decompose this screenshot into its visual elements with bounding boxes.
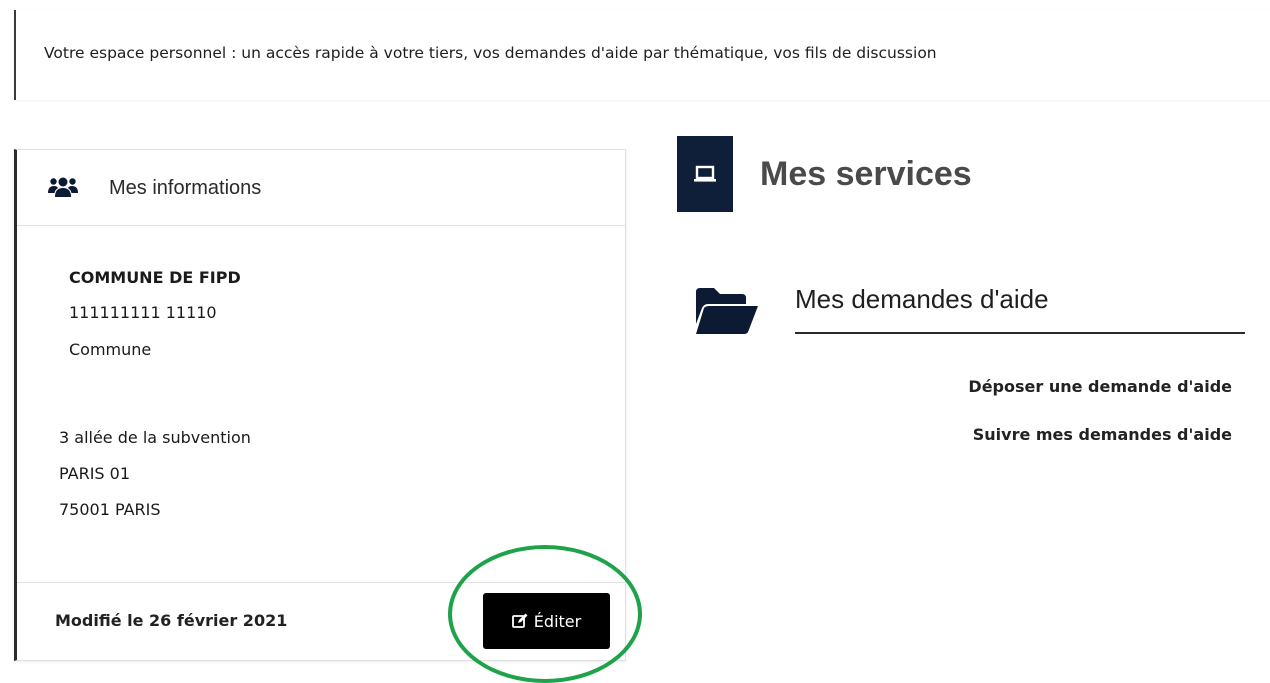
services-badge (677, 136, 733, 212)
address-line-2: PARIS 01 (59, 464, 131, 483)
submit-aid-request-link[interactable]: Déposer une demande d'aide (968, 377, 1232, 396)
track-aid-requests-link[interactable]: Suivre mes demandes d'aide (973, 425, 1232, 444)
edit-button[interactable]: Éditer (483, 593, 610, 649)
services-title: Mes services (760, 155, 972, 193)
address-line-1: 3 allée de la subvention (59, 428, 251, 447)
intro-text: Votre espace personnel : un accès rapide… (44, 44, 937, 62)
modified-date: Modifié le 26 février 2021 (55, 611, 288, 630)
card-footer: Modifié le 26 février 2021 Éditer (17, 582, 625, 661)
info-card: Mes informations COMMUNE DE FIPD 1111111… (14, 149, 626, 661)
siret-number: 111111111 11110 (69, 303, 217, 322)
aid-section-title: Mes demandes d'aide (795, 284, 1049, 314)
org-name: COMMUNE DE FIPD (69, 268, 241, 287)
intro-banner: Votre espace personnel : un accès rapide… (14, 10, 1270, 100)
edit-icon (511, 613, 528, 628)
aid-section-divider (795, 332, 1245, 334)
card-header: Mes informations (17, 150, 625, 226)
folder-open-icon (696, 288, 758, 334)
org-type: Commune (69, 340, 152, 359)
address-line-3: 75001 PARIS (59, 500, 161, 519)
laptop-icon (694, 165, 716, 182)
users-icon (48, 177, 78, 197)
edit-button-label: Éditer (533, 611, 582, 631)
card-title: Mes informations (109, 177, 262, 199)
